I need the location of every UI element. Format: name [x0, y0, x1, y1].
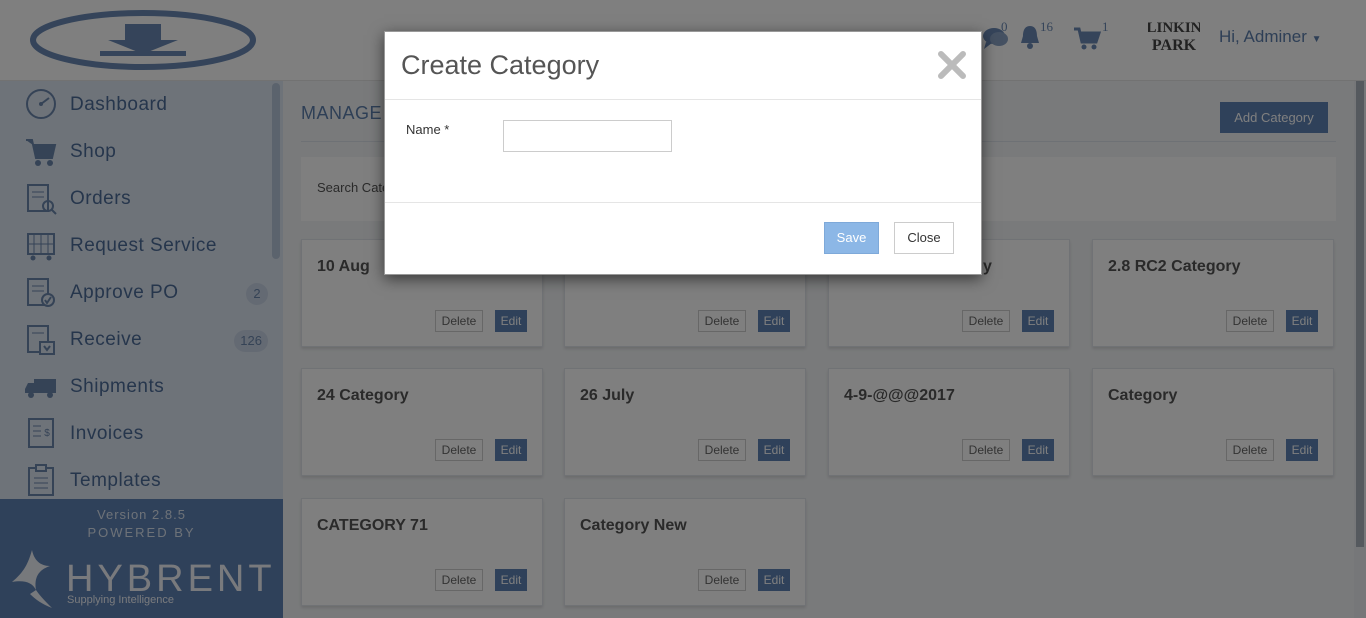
dialog-title: Create Category [401, 50, 600, 80]
save-button[interactable]: Save [824, 222, 879, 254]
divider [385, 99, 981, 100]
create-category-dialog: Create Category Name * Save Close [384, 31, 982, 275]
name-input[interactable] [503, 120, 672, 152]
close-button[interactable]: Close [894, 222, 954, 254]
name-label: Name * [406, 122, 450, 137]
divider [385, 202, 981, 203]
close-icon[interactable] [935, 48, 969, 82]
